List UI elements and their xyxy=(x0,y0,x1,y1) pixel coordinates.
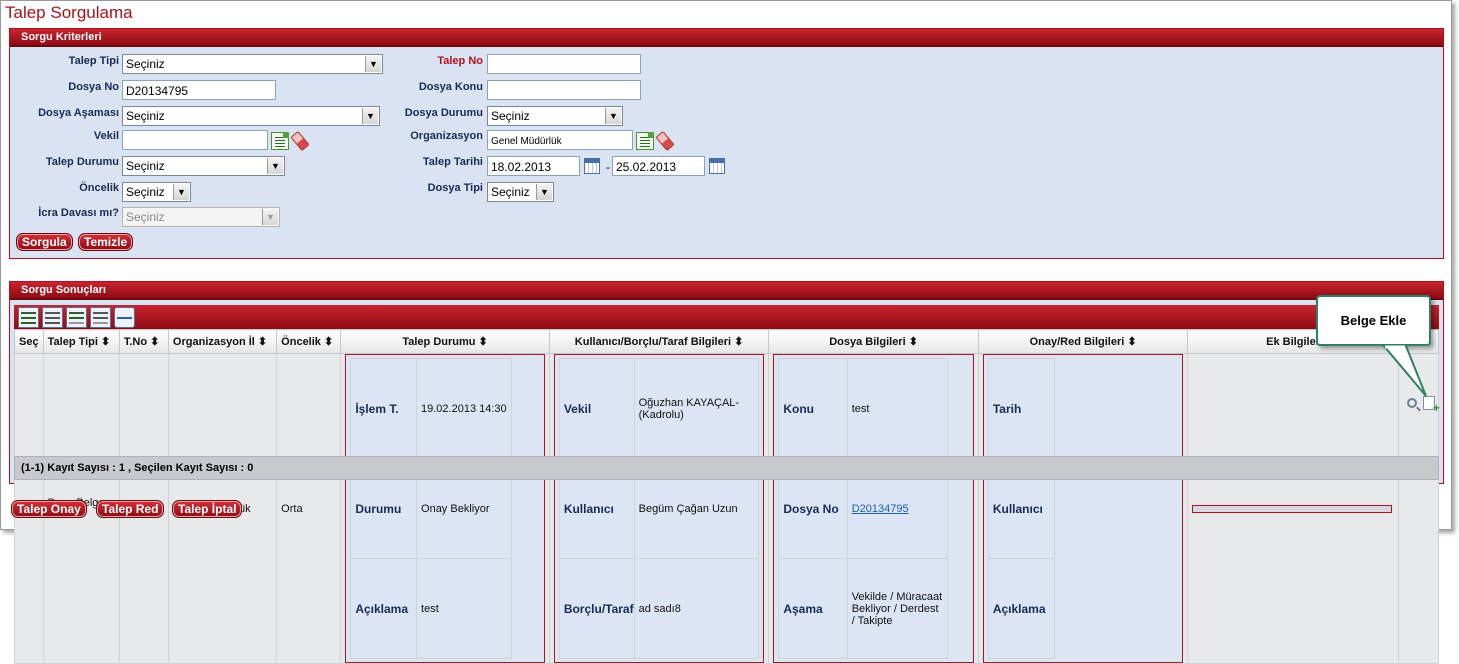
eraser-icon[interactable] xyxy=(655,130,675,152)
talep-red-button[interactable]: Talep Red xyxy=(96,500,165,518)
cell-kullanici: Vekil Oğuzhan KAYAÇAL-(Kadrolu) Kullanıcı… xyxy=(548,353,770,664)
talep-tarihi-to-input[interactable]: 25.02.2013 xyxy=(612,156,705,176)
calendar-icon[interactable] xyxy=(709,158,725,174)
dosya-konu-input[interactable] xyxy=(487,80,641,100)
konu-value: test xyxy=(846,358,948,459)
chevron-down-icon: ▼ xyxy=(362,108,378,124)
talep-durumu-box: İşlem T. 19.02.2013 14:30 Durumu Onay Bekl… xyxy=(345,354,545,663)
col-tno[interactable]: T.No ⬍ xyxy=(118,329,169,354)
dosya-asamasi-select[interactable]: Seçiniz ▼ xyxy=(122,106,380,126)
list-select-icon[interactable] xyxy=(271,132,289,150)
aciklama-value: test xyxy=(416,558,512,659)
islem-value: 19.02.2013 14:30 xyxy=(416,358,512,459)
criteria-panel: Sorgu Kriterleri Talep Tipi Seçiniz ▼ Dos… xyxy=(9,28,1444,259)
chevron-down-icon: ▼ xyxy=(267,158,283,174)
ek-bilgiler-bar xyxy=(1192,504,1393,513)
cell-ek xyxy=(1187,353,1399,664)
vekil-input[interactable] xyxy=(122,130,268,150)
organizasyon-input[interactable]: Genel Müdürlük xyxy=(487,130,633,150)
calendar-icon[interactable] xyxy=(584,158,600,174)
col-onay[interactable]: Onay/Red Bilgileri ⬍ xyxy=(977,329,1189,354)
dosya-box: Konu test Dosya No D20134795 Aşama Vekilde … xyxy=(773,354,974,663)
oncelik-select[interactable]: Seçiniz ▼ xyxy=(122,182,191,202)
clear-button[interactable]: Temizle xyxy=(78,233,134,251)
search-button[interactable]: Sorgula xyxy=(16,233,73,251)
results-panel: Sorgu Sonuçları Seç Talep Tipi ⬍ T.No ⬍ … xyxy=(9,281,1444,664)
chevron-down-icon: ▼ xyxy=(173,184,189,200)
col-kullanici[interactable]: Kullanıcı/Borçlu/Taraf Bilgileri ⬍ xyxy=(548,329,770,354)
dosya-no-label: Dosya No xyxy=(68,81,119,93)
col-oncelik[interactable]: Öncelik ⬍ xyxy=(276,329,342,354)
list-select-icon[interactable] xyxy=(636,132,654,150)
select-page-icon[interactable] xyxy=(66,307,87,328)
talep-iptal-button[interactable]: Talep İptal xyxy=(172,500,243,518)
dosya-no-input[interactable]: D20134795 xyxy=(122,80,276,100)
belge-ekle-tooltip: Belge Ekle xyxy=(1316,295,1431,346)
icra-davasi-label: İcra Davası mı? xyxy=(38,207,119,219)
refresh-icon[interactable] xyxy=(114,307,135,328)
results-toolbar xyxy=(14,305,1439,329)
cell-talep-durumu: İşlem T. 19.02.2013 14:30 Durumu Onay Bekl… xyxy=(340,353,550,664)
eraser-icon[interactable] xyxy=(290,130,310,152)
results-footer: (1-1) Kayıt Sayısı : 1 , Seçilen Kayıt S… xyxy=(14,456,1439,480)
vekil-value: Oğuzhan KAYAÇAL-(Kadrolu) xyxy=(633,358,760,459)
oncelik-label: Öncelik xyxy=(79,182,119,194)
col-dosya[interactable]: Dosya Bilgileri ⬍ xyxy=(768,329,979,354)
criteria-panel-header: Sorgu Kriterleri xyxy=(10,29,1443,47)
islem-label: İşlem T. xyxy=(350,358,418,459)
asama-label: Aşama xyxy=(778,558,848,659)
talep-no-label: Talep No xyxy=(437,55,483,67)
talep-no-input[interactable] xyxy=(487,54,641,74)
dosya-no-link[interactable]: D20134795 xyxy=(852,503,909,515)
talep-tarihi-label: Talep Tarihi xyxy=(422,156,483,168)
chevron-down-icon: ▼ xyxy=(536,184,552,200)
deselect-all-icon[interactable] xyxy=(42,307,63,328)
talep-tarihi-from-input[interactable]: 18.02.2013 xyxy=(487,156,580,176)
col-talep-durumu[interactable]: Talep Durumu ⬍ xyxy=(340,329,550,354)
icra-davasi-select: Seçiniz ▼ xyxy=(122,207,280,227)
talep-durumu-select[interactable]: Seçiniz ▼ xyxy=(122,156,285,176)
cell-oncelik: Orta xyxy=(276,353,342,664)
page-title: Talep Sorgulama xyxy=(5,3,133,22)
asama-value: Vekilde / Müracaat Bekliyor / Derdest / … xyxy=(846,558,948,659)
onay-aciklama-label: Açıklama xyxy=(987,558,1055,659)
aciklama-label: Açıklama xyxy=(350,558,418,659)
dosya-konu-label: Dosya Konu xyxy=(418,81,483,93)
dosya-durumu-select[interactable]: Seçiniz ▼ xyxy=(487,106,623,126)
talep-onay-button[interactable]: Talep Onay xyxy=(11,500,87,518)
talep-tipi-label: Talep Tipi xyxy=(68,55,119,67)
select-all-icon[interactable] xyxy=(18,307,39,328)
kullanici-box: Vekil Oğuzhan KAYAÇAL-(Kadrolu) Kullanıcı… xyxy=(553,354,765,663)
chevron-down-icon: ▼ xyxy=(365,56,381,72)
tooltip-pointer xyxy=(1381,345,1427,397)
col-sec[interactable]: Seç xyxy=(14,329,44,354)
konu-label: Konu xyxy=(778,358,848,459)
borclu-value: ad sadı8 xyxy=(633,558,760,659)
vekil-label: Vekil xyxy=(558,358,635,459)
results-table: Seç Talep Tipi ⬍ T.No ⬍ Organizasyon İl … xyxy=(14,329,1440,664)
dosya-tipi-label: Dosya Tipi xyxy=(427,182,483,194)
cell-onay: Tarih Kullanıcı Açıklama xyxy=(977,353,1189,664)
cell-dosya: Konu test Dosya No D20134795 Aşama Vekilde … xyxy=(768,353,979,664)
cell-actions xyxy=(1397,353,1440,664)
talep-tipi-select[interactable]: Seçiniz ▼ xyxy=(122,54,383,74)
tarih-label: Tarih xyxy=(987,358,1055,459)
dosya-tipi-select[interactable]: Seçiniz ▼ xyxy=(487,182,554,202)
organizasyon-label: Organizasyon xyxy=(410,130,483,142)
chevron-down-icon: ▼ xyxy=(605,108,621,124)
chevron-down-icon: ▼ xyxy=(262,209,278,225)
dosya-durumu-label: Dosya Durumu xyxy=(404,107,483,119)
col-organizasyon[interactable]: Organizasyon İl ⬍ xyxy=(167,329,278,354)
col-talep-tipi[interactable]: Talep Tipi ⬍ xyxy=(42,329,120,354)
talep-durumu-label: Talep Durumu xyxy=(45,156,119,168)
onay-box: Tarih Kullanıcı Açıklama xyxy=(982,354,1184,663)
date-range-separator: - xyxy=(606,160,610,174)
deselect-page-icon[interactable] xyxy=(90,307,111,328)
dosya-asamasi-label: Dosya Aşaması xyxy=(38,107,119,119)
results-panel-header: Sorgu Sonuçları xyxy=(10,282,1443,300)
borclu-label: Borçlu/Taraf xyxy=(558,558,635,659)
vekil-label: Vekil xyxy=(93,130,119,142)
